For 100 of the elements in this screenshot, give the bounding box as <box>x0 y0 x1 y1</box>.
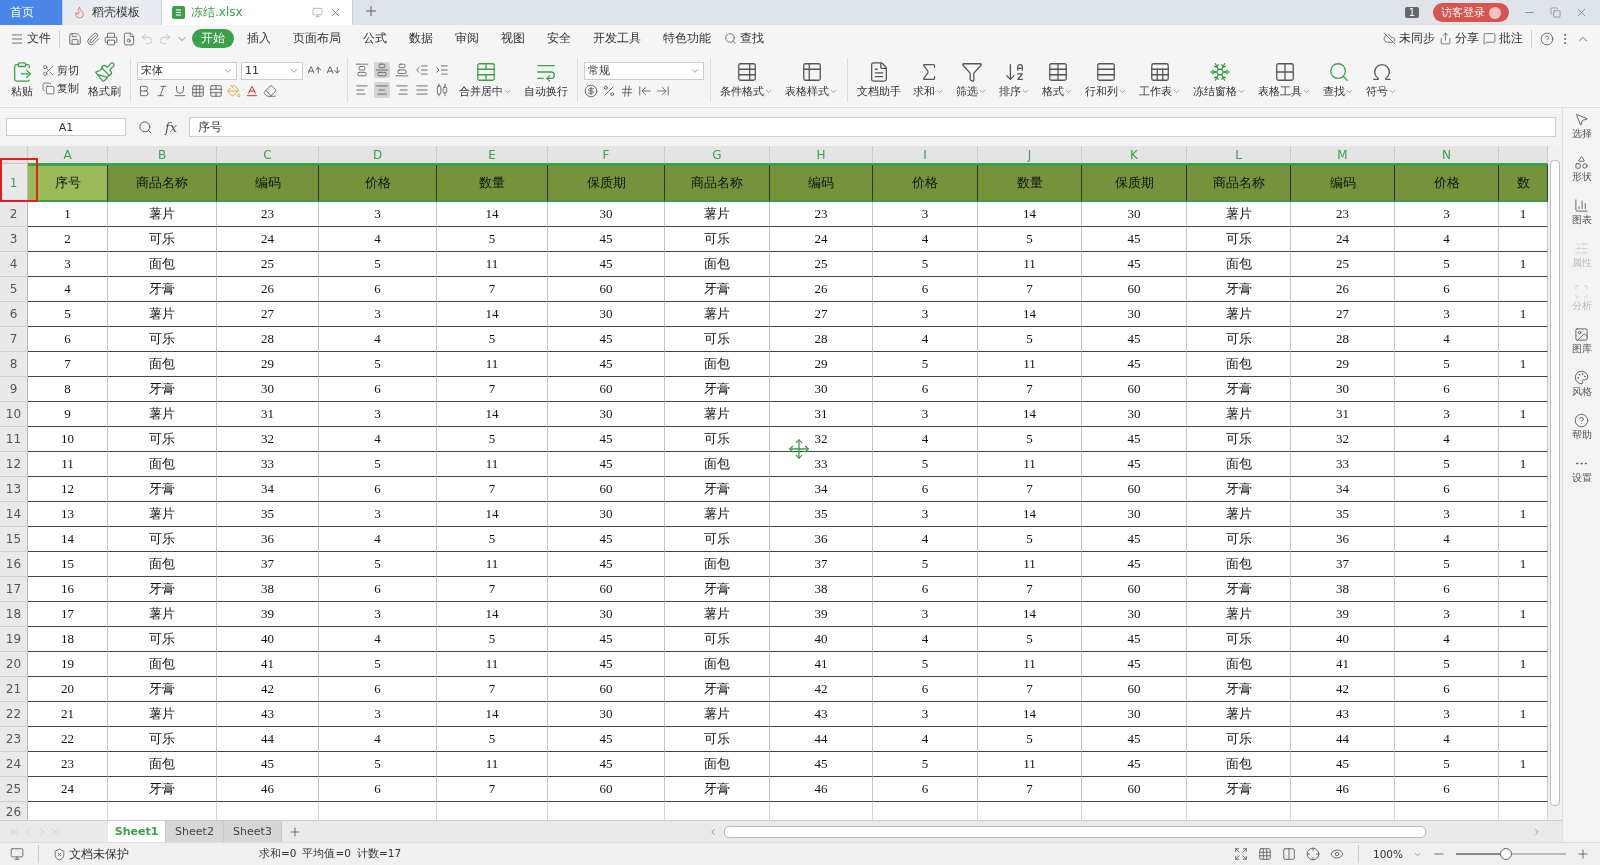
row-header[interactable]: 12 <box>0 452 28 477</box>
ribbon-tab[interactable]: 安全 <box>538 29 580 48</box>
ribbon-button[interactable]: 行和列 <box>1082 60 1130 99</box>
ribbon-button[interactable]: 表格工具 <box>1255 60 1314 99</box>
align-button[interactable] <box>434 81 450 98</box>
login-button[interactable]: 访客登录 <box>1433 3 1509 22</box>
ribbon-tab[interactable]: 数据 <box>400 29 442 48</box>
ribbon-tab[interactable]: 开发工具 <box>584 29 650 48</box>
row-header[interactable]: 22 <box>0 702 28 727</box>
horizontal-scrollbar[interactable] <box>724 825 1426 838</box>
header-cell: 价格 <box>873 164 978 202</box>
row-header[interactable]: 7 <box>0 327 28 352</box>
format-painter-button[interactable]: 格式刷 <box>85 60 124 99</box>
column-header[interactable] <box>1499 146 1548 164</box>
row-header[interactable]: 25 <box>0 777 28 802</box>
name-box[interactable]: A1 <box>6 118 126 136</box>
row-header[interactable]: 6 <box>0 302 28 327</box>
file-menu[interactable]: 文件 <box>10 31 51 46</box>
row-header[interactable]: 3 <box>0 227 28 252</box>
row-header[interactable]: 17 <box>0 577 28 602</box>
ribbon-button[interactable]: 符号 <box>1363 60 1400 99</box>
row-header[interactable]: 26 <box>0 802 28 820</box>
cut-button[interactable]: 剪切 <box>42 63 79 78</box>
row-header[interactable]: 5 <box>0 277 28 302</box>
merge-center-button[interactable]: 合并居中 <box>456 60 515 99</box>
zoom-thumb[interactable] <box>1499 848 1512 860</box>
copy-button[interactable]: 复制 <box>42 81 79 96</box>
align-button[interactable] <box>374 61 390 78</box>
sidebar-item[interactable]: 设置 <box>1571 456 1592 485</box>
table-cell: 30 <box>1291 377 1395 402</box>
ribbon-tab[interactable]: 公式 <box>354 29 396 48</box>
ribbon-button[interactable]: 条件格式 <box>717 60 776 99</box>
number-format-field[interactable]: 常规 <box>584 61 704 80</box>
ribbon-tab[interactable]: 特色功能 <box>654 29 720 48</box>
row-header[interactable]: 18 <box>0 602 28 627</box>
ribbon-button[interactable]: 冻结窗格 <box>1190 60 1249 99</box>
align-button[interactable] <box>394 61 410 78</box>
ribbon-tab[interactable]: 视图 <box>492 29 534 48</box>
font-name-field[interactable]: 宋体 <box>137 61 237 80</box>
row-header[interactable]: 8 <box>0 352 28 377</box>
ribbon-button[interactable]: 查找 <box>1320 60 1357 99</box>
row-header[interactable]: 13 <box>0 477 28 502</box>
app-tab[interactable]: 冻结.xlsx <box>162 0 353 25</box>
window-count-badge[interactable]: 1 <box>1404 7 1419 18</box>
align-button[interactable] <box>374 81 390 98</box>
row-header[interactable]: 16 <box>0 552 28 577</box>
row-header[interactable]: 9 <box>0 377 28 402</box>
app-tab[interactable]: 首页 <box>0 0 63 25</box>
search-icon <box>724 32 737 45</box>
app-tab[interactable]: 稻壳模板 <box>63 0 162 25</box>
font-size-field[interactable]: 11 <box>241 61 303 80</box>
ribbon-button[interactable]: 求和 <box>910 60 947 99</box>
paste-button[interactable]: 粘贴 <box>8 60 36 99</box>
row-header[interactable]: 24 <box>0 752 28 777</box>
search-button[interactable]: 查找 <box>724 31 764 46</box>
ribbon-tab[interactable]: 审阅 <box>446 29 488 48</box>
toolbar-action[interactable]: 未同步 <box>1383 31 1435 46</box>
ribbon-button[interactable]: 排序 <box>996 60 1033 99</box>
table-cell: 6 <box>1395 777 1499 802</box>
sheet-tab[interactable]: Sheet3 <box>224 821 282 842</box>
ribbon-button[interactable]: 文档助手 <box>854 60 904 99</box>
toolbar-action[interactable]: 分享 <box>1439 31 1479 46</box>
sidebar-item[interactable]: 风格 <box>1571 370 1592 399</box>
table-cell: 38 <box>217 577 319 602</box>
row-header[interactable]: 10 <box>0 402 28 427</box>
sidebar-item[interactable]: 帮助 <box>1571 413 1592 442</box>
row-header[interactable]: 11 <box>0 427 28 452</box>
row-header[interactable]: 15 <box>0 527 28 552</box>
row-header[interactable]: 21 <box>0 677 28 702</box>
row-header[interactable]: 23 <box>0 727 28 752</box>
protection-status[interactable]: 文档未保护 <box>53 846 129 862</box>
ribbon-button[interactable]: 格式 <box>1039 60 1076 99</box>
table-cell: 37 <box>1291 552 1395 577</box>
ribbon-tab[interactable]: 页面布局 <box>284 29 350 48</box>
table-cell: 31 <box>217 402 319 427</box>
sidebar-item[interactable]: 选择 <box>1571 112 1592 141</box>
table-cell: 牙膏 <box>665 477 770 502</box>
sidebar-item[interactable]: 图库 <box>1571 327 1592 356</box>
ribbon-button[interactable]: 工作表 <box>1136 60 1184 99</box>
row-header[interactable]: 19 <box>0 627 28 652</box>
row-header[interactable]: 14 <box>0 502 28 527</box>
table-cell: 6 <box>873 777 978 802</box>
ribbon-tab[interactable]: 插入 <box>238 29 280 48</box>
wrap-text-button[interactable]: 自动换行 <box>521 60 571 99</box>
zoom-percent[interactable]: 100% <box>1372 848 1403 860</box>
sidebar-item[interactable]: 形状 <box>1571 155 1592 184</box>
indent-icon <box>435 62 449 77</box>
table-cell: 44 <box>217 727 319 752</box>
ribbon-button[interactable]: 筛选 <box>953 60 990 99</box>
ribbon-button[interactable]: 表格样式 <box>782 60 841 99</box>
row-header[interactable]: 4 <box>0 252 28 277</box>
row-header[interactable]: 20 <box>0 652 28 677</box>
table-cell: 7 <box>437 477 548 502</box>
table-cell: 3 <box>28 252 108 277</box>
align-button[interactable] <box>354 61 370 78</box>
row-header[interactable]: 2 <box>0 202 28 227</box>
formula-field[interactable]: 序号 <box>189 117 1556 137</box>
sheet-tab[interactable]: Sheet2 <box>166 821 224 842</box>
toolbar-action[interactable]: 批注 <box>1483 31 1523 46</box>
sidebar-item[interactable]: 图表 <box>1571 198 1592 227</box>
